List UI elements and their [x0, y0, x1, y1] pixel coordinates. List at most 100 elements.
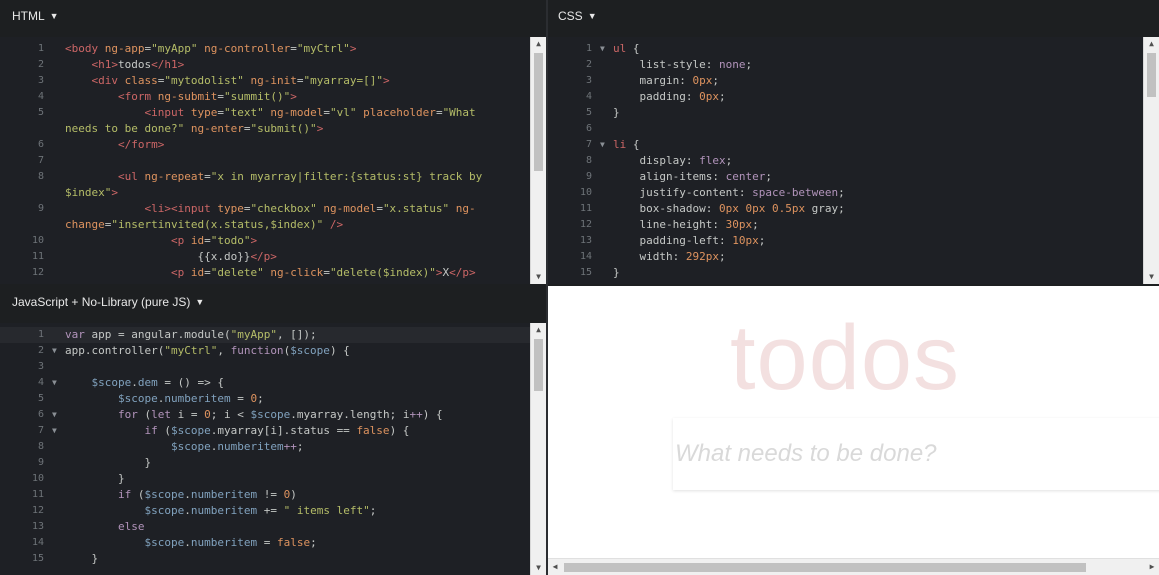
code-line[interactable]: 2 <h1>todos</h1> — [0, 57, 530, 73]
code-line[interactable]: 7 ▼ if ($scope.myarray[i].status == false… — [0, 423, 530, 439]
code-line[interactable]: 13 padding-left: 10px; — [548, 233, 1143, 249]
code-line[interactable]: 3 <div class="mytodolist" ng-init="myarr… — [0, 73, 530, 89]
code-line[interactable]: needs to be done?" ng-enter="submit()"> — [0, 121, 530, 137]
code-line[interactable]: 14 width: 292px; — [548, 249, 1143, 265]
line-number: 10 — [31, 473, 44, 484]
code-line[interactable]: 9 <li><input type="checkbox" ng-model="x… — [0, 201, 530, 217]
code-line[interactable]: 11 {{x.do}}</p> — [0, 249, 530, 265]
code-line[interactable]: 8 $scope.numberitem++; — [0, 439, 530, 455]
code-line[interactable]: 5 $scope.numberitem = 0; — [0, 391, 530, 407]
code-token: ; — [257, 392, 264, 405]
scrollbar-thumb[interactable] — [534, 339, 543, 391]
code-line[interactable]: 12 line-height: 30px; — [548, 217, 1143, 233]
line-number: 9 — [37, 457, 44, 468]
code-line[interactable]: 5} — [548, 105, 1143, 121]
code-line[interactable]: 6 </form> — [0, 137, 530, 153]
vertical-scrollbar[interactable]: ▲ ▼ — [530, 323, 546, 575]
code-line[interactable]: 1 ▼ ul { — [548, 41, 1143, 57]
scroll-down-arrow-icon[interactable]: ▼ — [1144, 270, 1159, 284]
html-panel-header[interactable]: HTML ▼ — [0, 0, 546, 34]
html-code-editor[interactable]: 1 <body ng-app="myApp" ng-controller="myC… — [0, 37, 546, 284]
code-line[interactable]: 9 align-items: center; — [548, 169, 1143, 185]
js-code-editor[interactable]: 1 var app = angular.module("myApp", []); 2… — [0, 323, 546, 575]
scroll-down-arrow-icon[interactable]: ▼ — [531, 270, 546, 284]
fold-arrow-icon[interactable]: ▼ — [52, 423, 57, 439]
code-token: ng-repeat — [144, 170, 205, 183]
code-line[interactable]: 11 if ($scope.numberitem != 0) — [0, 487, 530, 503]
css-panel-header[interactable]: CSS ▼ — [548, 0, 1159, 34]
code-line[interactable]: 12 <p id="delete" ng-click="delete($inde… — [0, 265, 530, 281]
code-line[interactable]: 2 list-style: none; — [548, 57, 1143, 73]
horizontal-scrollbar[interactable]: ◀ ▶ — [548, 558, 1159, 575]
code-line[interactable]: 15} — [548, 265, 1143, 281]
code-line[interactable]: 14 $scope.numberitem = false; — [0, 535, 530, 551]
scroll-down-arrow-icon[interactable]: ▼ — [531, 561, 546, 575]
vertical-scrollbar[interactable]: ▲ ▼ — [1143, 37, 1159, 284]
code-line[interactable]: 3 — [0, 359, 530, 375]
fold-arrow-icon[interactable]: ▼ — [600, 41, 605, 57]
js-panel-header[interactable]: JavaScript + No-Library (pure JS) ▼ — [0, 286, 546, 320]
code-token: > — [290, 90, 297, 103]
code-token: ( — [137, 408, 152, 421]
code-line[interactable]: 4 <form ng-submit="summit()"> — [0, 89, 530, 105]
code-line[interactable]: 2 ▼ app.controller("myCtrl", function($sco… — [0, 343, 530, 359]
fold-arrow-icon[interactable]: ▼ — [600, 137, 605, 153]
code-text: padding-left: 10px; — [613, 233, 1143, 249]
scroll-right-arrow-icon[interactable]: ▶ — [1145, 559, 1159, 575]
code-text: $index"> — [65, 185, 530, 201]
code-line[interactable]: 8 <ul ng-repeat="x in myarray|filter:{st… — [0, 169, 530, 185]
code-line[interactable]: 6 ▼ for (let i = 0; i < $scope.myarray.le… — [0, 407, 530, 423]
scroll-left-arrow-icon[interactable]: ◀ — [548, 559, 562, 575]
code-text: margin: 0px; — [613, 73, 1143, 89]
vertical-scrollbar[interactable]: ▲ ▼ — [530, 37, 546, 284]
code-line[interactable]: 12 $scope.numberitem += " items left"; — [0, 503, 530, 519]
new-todo-input[interactable] — [673, 418, 1159, 490]
code-text: width: 292px; — [613, 249, 1143, 265]
code-line[interactable]: 7 ▼ li { — [548, 137, 1143, 153]
code-line[interactable]: 10 } — [0, 471, 530, 487]
chevron-down-icon[interactable]: ▼ — [50, 11, 59, 21]
scroll-up-arrow-icon[interactable]: ▲ — [531, 323, 546, 337]
code-token: center — [725, 170, 766, 183]
code-line[interactable]: 1 <body ng-app="myApp" ng-controller="myC… — [0, 41, 530, 57]
code-token: ; i < — [210, 408, 251, 421]
code-line[interactable]: 4 padding: 0px; — [548, 89, 1143, 105]
scroll-up-arrow-icon[interactable]: ▲ — [1144, 37, 1159, 51]
line-number: 12 — [31, 267, 44, 278]
code-line[interactable]: 4 ▼ $scope.dem = () => { — [0, 375, 530, 391]
code-text: {{x.do}}</p> — [65, 249, 530, 265]
code-token: "What — [442, 106, 476, 119]
code-line[interactable]: 1 var app = angular.module("myApp", []); — [0, 327, 530, 343]
code-line[interactable]: 9 } — [0, 455, 530, 471]
fold-arrow-icon[interactable]: ▼ — [52, 407, 57, 423]
code-token: </p> — [449, 266, 476, 279]
chevron-down-icon[interactable]: ▼ — [588, 11, 597, 21]
scrollbar-thumb[interactable] — [564, 563, 1086, 572]
code-line[interactable]: 13 else — [0, 519, 530, 535]
code-line[interactable]: 10 justify-content: space-between; — [548, 185, 1143, 201]
code-line[interactable]: 11 box-shadow: 0px 0px 0.5px gray; — [548, 201, 1143, 217]
code-line[interactable]: 8 display: flex; — [548, 153, 1143, 169]
code-line[interactable]: $index"> — [0, 185, 530, 201]
code-line[interactable]: 7 — [0, 153, 530, 169]
code-line[interactable]: 15 } — [0, 551, 530, 567]
fold-arrow-icon[interactable]: ▼ — [52, 343, 57, 359]
code-line[interactable]: 10 <p id="todo"> — [0, 233, 530, 249]
chevron-down-icon[interactable]: ▼ — [195, 297, 204, 307]
code-token: ; — [310, 536, 317, 549]
scrollbar-thumb[interactable] — [1147, 53, 1156, 97]
line-number: 10 — [579, 187, 592, 198]
line-number: 11 — [31, 251, 44, 262]
code-token: placeholder — [363, 106, 436, 119]
line-number: 4 — [37, 91, 44, 102]
fold-arrow-icon[interactable]: ▼ — [52, 375, 57, 391]
code-line[interactable]: 5 <input type="text" ng-model="vl" place… — [0, 105, 530, 121]
code-line[interactable]: change="insertinvited(x.status,$index)" … — [0, 217, 530, 233]
scrollbar-thumb[interactable] — [534, 53, 543, 171]
code-line[interactable]: 6 — [548, 121, 1143, 137]
scroll-up-arrow-icon[interactable]: ▲ — [531, 37, 546, 51]
css-code-editor[interactable]: 1 ▼ ul {2 list-style: none; 3 margin: 0px; 4… — [548, 37, 1159, 284]
code-line[interactable]: 3 margin: 0px; — [548, 73, 1143, 89]
